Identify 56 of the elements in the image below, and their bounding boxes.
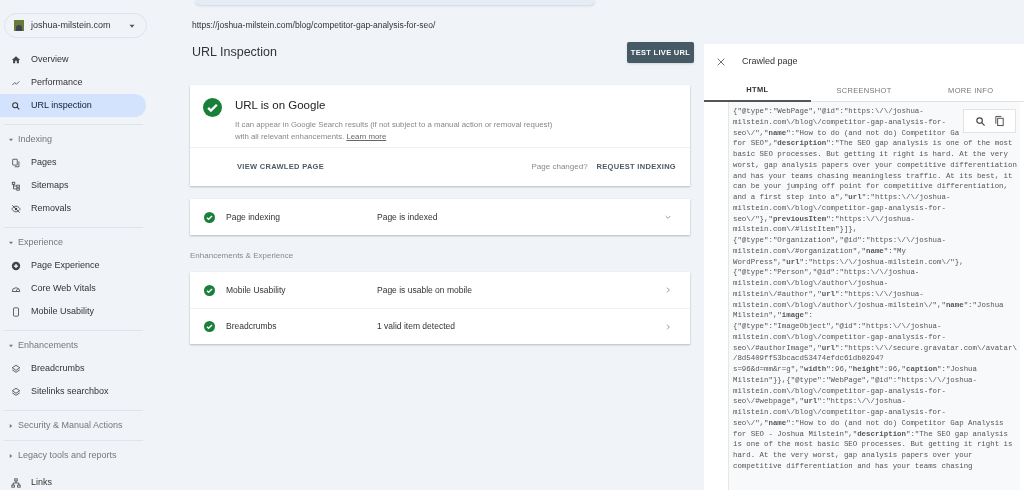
section-header[interactable]: Legacy tools and reports [0,448,180,463]
property-name: joshua-milstein.com [31,18,112,32]
nav-item[interactable]: Core Web Vitals [0,277,146,300]
layers-icon [11,363,21,374]
nav-item[interactable]: URL inspection [0,94,146,117]
nav-item[interactable]: Removals [0,197,146,220]
nav-item[interactable]: Pages [0,151,146,174]
layers-icon [11,386,21,397]
nav-item[interactable]: Links [0,471,146,490]
home-icon [11,54,21,65]
phone-icon [11,306,21,317]
caret-right-icon [8,422,14,429]
nav-item[interactable]: Performance [0,71,146,94]
report-row[interactable]: Breadcrumbs 1 valid item detected [190,308,690,344]
nav-item[interactable]: Sitelinks searchbox [0,380,146,403]
section-header[interactable]: Security & Manual Actions [0,418,180,433]
caret-down-icon [8,342,14,349]
caret-down-icon [8,239,14,246]
caret-right-icon [8,452,14,459]
search-button[interactable] [974,115,986,127]
section-header[interactable]: Experience [0,235,180,250]
hidden-eye-icon [11,203,21,214]
section-header[interactable]: Enhancements [0,338,180,353]
chevron-down-icon [664,213,672,221]
pages-icon [11,157,21,168]
sitemap-icon [11,180,21,191]
check-circle-icon [204,321,215,332]
chevron-right-icon [664,286,672,294]
page-title: URL Inspection [192,44,277,62]
nav-item[interactable]: Sitemaps [0,174,146,197]
page-changed-label: Page changed? [531,161,588,173]
chevron-right-icon [664,322,672,331]
caret-down-icon [8,136,14,143]
check-circle-icon [204,284,215,296]
drawer-title: Crawled page [742,55,798,69]
search-icon [11,100,21,111]
section-header[interactable]: Indexing [0,132,180,147]
report-row[interactable]: Page indexing Page is indexed [190,199,690,235]
nav-item[interactable]: Overview [0,48,146,71]
copy-button[interactable] [993,115,1005,127]
check-circle-icon [204,211,215,223]
copy-icon [993,115,1005,127]
close-button[interactable] [715,56,727,68]
report-row[interactable]: Mobile Usability Page is usable on mobile [190,272,690,308]
plus-circle-icon [11,260,21,271]
nav-item[interactable]: Breadcrumbs [0,357,146,380]
close-icon [716,57,726,67]
network-icon [11,477,21,488]
check-circle-icon [203,98,222,117]
nav-item[interactable]: Page Experience [0,254,146,277]
page-url: https://joshua-milstein.com/blog/competitor-gap-analysis-for-seo/ [192,19,437,31]
nav-item[interactable]: Mobile Usability [0,300,146,323]
section-heading: Enhancements & Experience [190,250,295,262]
avatar-icon [14,20,24,31]
status-title: URL is on Google [235,98,327,113]
search-icon [974,115,986,127]
